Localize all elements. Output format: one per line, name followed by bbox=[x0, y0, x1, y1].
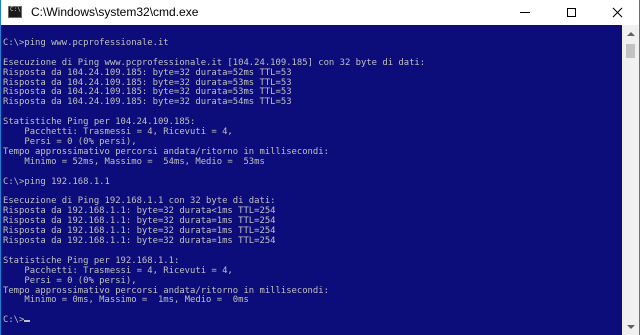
scroll-down-button[interactable] bbox=[622, 318, 639, 335]
console-line: Risposta da 192.168.1.1: byte=32 durata<… bbox=[3, 206, 276, 217]
window-title: C:\Windows\system32\cmd.exe bbox=[31, 5, 199, 19]
console-line: C:\>ping 192.168.1.1 bbox=[3, 176, 110, 187]
console-line: Tempo approssimativo percorsi andata/rit… bbox=[3, 285, 329, 296]
console-line: Risposta da 192.168.1.1: byte=32 durata=… bbox=[3, 226, 276, 237]
cmd-window: C:\Windows\system32\cmd.exe C:\>ping www… bbox=[0, 0, 640, 335]
console-line: Risposta da 192.168.1.1: byte=32 durata=… bbox=[3, 216, 276, 227]
console-line: Pacchetti: Trasmessi = 4, Ricevuti = 4, bbox=[3, 127, 233, 138]
console-line: Risposta da 104.24.109.185: byte=32 dura… bbox=[3, 77, 292, 88]
close-button[interactable] bbox=[594, 0, 640, 25]
console-line: Statistiche Ping per 104.24.109.185: bbox=[3, 117, 196, 128]
title-bar[interactable]: C:\Windows\system32\cmd.exe bbox=[1, 0, 639, 25]
console-line: Risposta da 192.168.1.1: byte=32 durata=… bbox=[3, 236, 276, 247]
console-line: Risposta da 104.24.109.185: byte=32 dura… bbox=[3, 67, 292, 78]
console-line: Esecuzione di Ping www.pcprofessionale.i… bbox=[3, 57, 426, 68]
scroll-up-arrow-icon bbox=[626, 31, 635, 36]
maximize-button[interactable] bbox=[548, 0, 594, 25]
console-line: Minimo = 52ms, Massimo = 54ms, Medio = 5… bbox=[3, 156, 265, 167]
vertical-scrollbar[interactable] bbox=[622, 25, 639, 335]
maximize-icon bbox=[566, 8, 576, 17]
console-line: Pacchetti: Trasmessi = 4, Ricevuti = 4, bbox=[3, 265, 233, 276]
console-line: Persi = 0 (0% persi), bbox=[3, 275, 137, 286]
console-app-icon[interactable] bbox=[8, 6, 22, 18]
minimize-button[interactable] bbox=[502, 0, 548, 25]
scroll-thumb[interactable] bbox=[626, 44, 635, 58]
scroll-down-arrow-icon bbox=[626, 324, 635, 329]
console-line: Tempo approssimativo percorsi andata/rit… bbox=[3, 146, 329, 157]
scroll-up-button[interactable] bbox=[622, 25, 639, 42]
minimize-icon bbox=[520, 12, 530, 13]
console-line: Esecuzione di Ping 192.168.1.1 con 32 by… bbox=[3, 196, 276, 207]
console-output-area[interactable]: C:\>ping www.pcprofessionale.it Esecuzio… bbox=[1, 25, 622, 335]
console-line: Risposta da 104.24.109.185: byte=32 dura… bbox=[3, 87, 292, 98]
text-cursor bbox=[24, 320, 31, 323]
close-icon bbox=[612, 7, 623, 18]
command-prompt[interactable]: C:\> bbox=[3, 315, 24, 325]
console-line: C:\>ping www.pcprofessionale.it bbox=[3, 37, 169, 48]
console-line: Minimo = 0ms, Massimo = 1ms, Medio = 0ms bbox=[3, 295, 249, 306]
console-text: C:\>ping www.pcprofessionale.it Esecuzio… bbox=[1, 25, 622, 326]
console-line: Statistiche Ping per 192.168.1.1: bbox=[3, 255, 180, 266]
console-line: Persi = 0 (0% persi), bbox=[3, 136, 137, 147]
console-line: Risposta da 104.24.109.185: byte=32 dura… bbox=[3, 97, 292, 108]
